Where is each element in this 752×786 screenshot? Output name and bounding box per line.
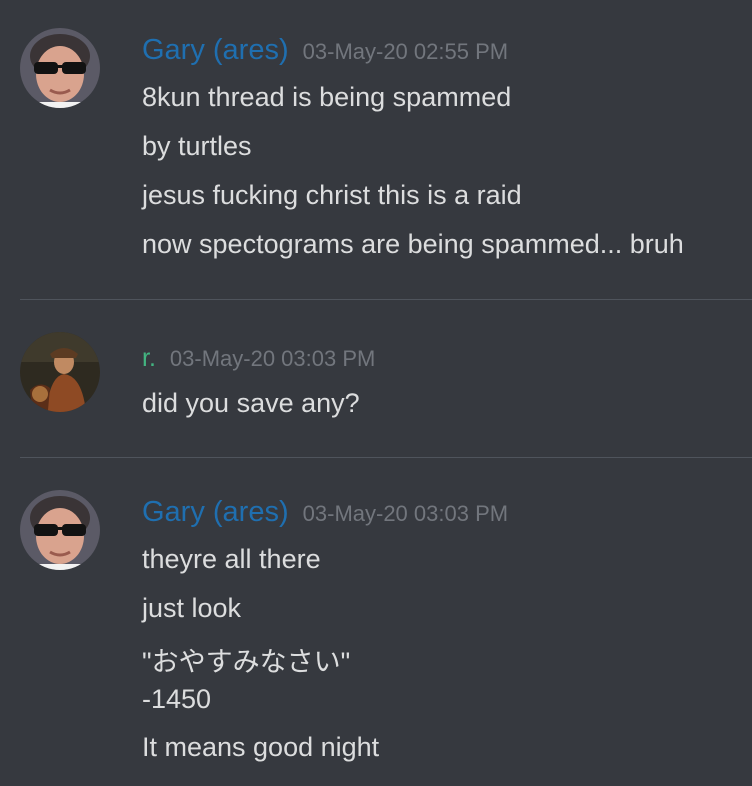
message-header: r. 03-May-20 03:03 PM: [142, 344, 375, 373]
message-text: by turtles: [142, 131, 252, 161]
message-header: Gary (ares) 03-May-20 02:55 PM: [142, 34, 508, 67]
message-text: jesus fucking christ this is a raid: [142, 180, 522, 210]
message-text: now spectograms are being spammed... bru…: [142, 229, 684, 259]
author-name[interactable]: Gary (ares): [142, 496, 289, 528]
timestamp: 03-May-20 03:03 PM: [302, 501, 509, 526]
message-group: Gary (ares) 03-May-20 02:55 PM 8kun threa…: [0, 0, 752, 300]
timestamp: 03-May-20 03:03 PM: [169, 346, 376, 371]
author-name[interactable]: r.: [142, 344, 156, 372]
message-text: just look: [142, 593, 242, 623]
author-name[interactable]: Gary (ares): [142, 34, 289, 66]
message-group: r. 03-May-20 03:03 PM did you save any?: [0, 300, 752, 458]
avatar[interactable]: [20, 332, 100, 412]
avatar[interactable]: [20, 490, 100, 570]
message-header: Gary (ares) 03-May-20 03:03 PM: [142, 496, 508, 529]
message-text: -1450: [142, 684, 212, 714]
message-group: Gary (ares) 03-May-20 03:03 PM theyre all…: [0, 458, 752, 786]
painting-portrait-avatar-icon: [20, 332, 100, 412]
message-text: did you save any?: [142, 388, 360, 418]
message-text: theyre all there: [142, 544, 321, 574]
sunglasses-face-avatar-icon: [20, 490, 100, 570]
message-text: 8kun thread is being spammed: [142, 82, 512, 112]
sunglasses-face-avatar-icon: [20, 28, 100, 108]
timestamp: 03-May-20 02:55 PM: [302, 39, 509, 64]
message-text: It means good night: [142, 732, 380, 762]
avatar[interactable]: [20, 28, 100, 108]
message-text: "おやすみなさい": [142, 647, 351, 677]
